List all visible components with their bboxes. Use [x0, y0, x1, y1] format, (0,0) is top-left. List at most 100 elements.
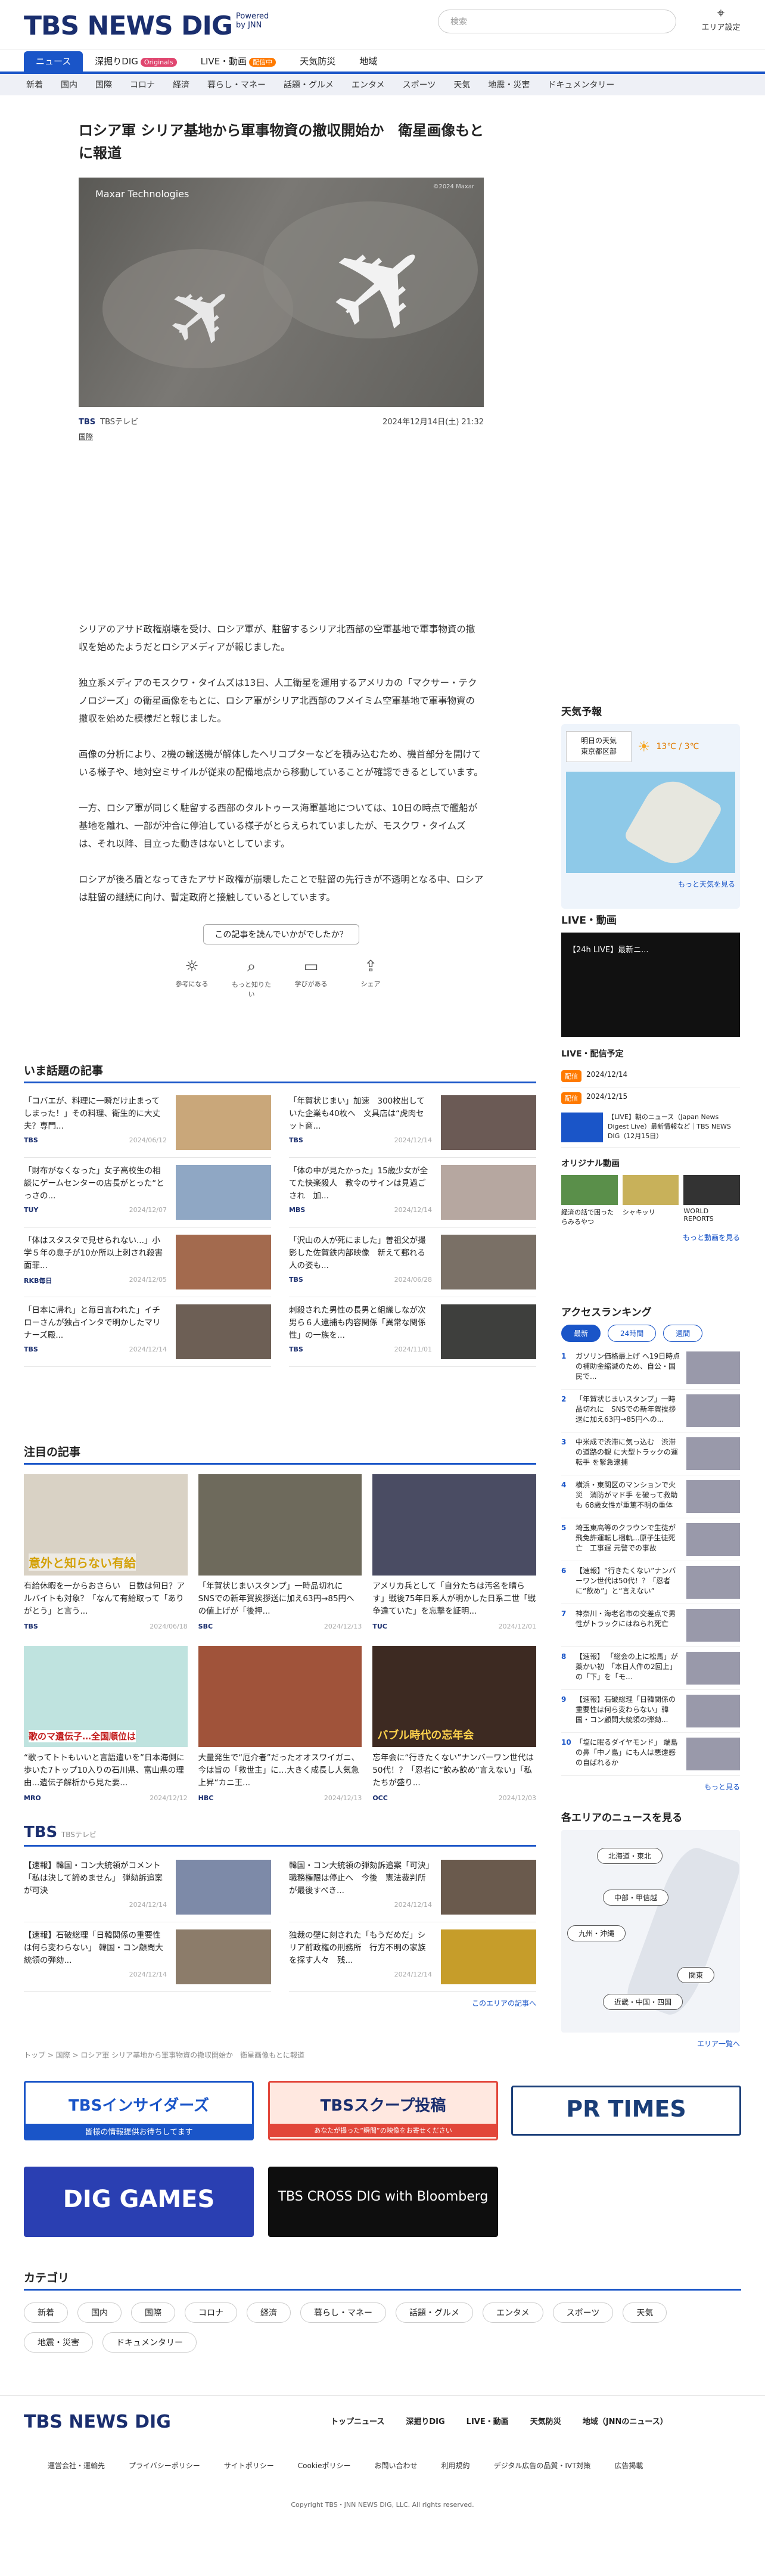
footer-sub-link[interactable]: 運営会社・運輸先 — [48, 2460, 105, 2471]
featured-card[interactable]: 意外と知らない有給 有給休暇を一からおさらい 日数は何日？アルバイトも対象？「なん… — [24, 1474, 188, 1630]
subnav-item[interactable]: コロナ — [130, 79, 155, 91]
original-video[interactable]: WORLD REPORTS — [683, 1175, 741, 1226]
ranking-more-link[interactable]: もっと見る — [561, 1782, 740, 1792]
area-settings-button[interactable]: ⌖ エリア設定 — [700, 6, 742, 32]
nav-live[interactable]: LIVE・動画 配信中 — [189, 51, 288, 72]
video-more-link[interactable]: もっと動画を見る — [561, 1232, 740, 1242]
footer-link[interactable]: LIVE・動画 — [467, 2415, 509, 2426]
nav-weather[interactable]: 天気防災 — [288, 51, 347, 72]
category-chip[interactable]: 経済 — [247, 2302, 291, 2323]
share-button[interactable]: ⇪ シェア — [348, 958, 393, 999]
category-chip[interactable]: 話題・グルメ — [396, 2302, 473, 2323]
footer-logo[interactable]: TBS NEWS DIG — [24, 2412, 171, 2432]
trending-card[interactable]: 「沢山の人が死にました」曽祖父が撮影した佐賀鉄内部映像 新えて郵れる人の姿も..… — [289, 1228, 536, 1297]
subnav-item[interactable]: スポーツ — [403, 79, 436, 91]
ranking-item[interactable]: 7 神奈川・海老名市の交差点で男性がトラックにはねられ死亡 — [561, 1604, 740, 1647]
original-video[interactable]: 経済の話で困ったらみるやつ — [561, 1175, 618, 1226]
featured-card[interactable]: 歌のマ遺伝子…全国順位は “歌ってトトもいいと言語遣いを”日本海側に歩いた7トップ… — [24, 1646, 188, 1802]
category-chip[interactable]: 国際 — [131, 2302, 175, 2323]
ranking-item[interactable]: 4 横浜・東関区のマンションで火災 消防がマド手 を破って救助も 68歳女性が重篤… — [561, 1475, 740, 1518]
featured-card[interactable]: 大量発生で“厄介者”だったオオスワイガニ、今は旨の「救世主」に…大きく成長し人気… — [198, 1646, 362, 1802]
breadcrumb[interactable]: トップ > 国際 > ロシア軍 シリア基地から軍事物資の撤収開始か 衛星画像もと… — [24, 2050, 304, 2060]
subnav-item[interactable]: 天気 — [453, 79, 470, 91]
ranking-item[interactable]: 3 中米成で渋滞に気っ込む 渋滞の道路の観 に大型トラックの運転手 を緊急逮捕 — [561, 1433, 740, 1475]
featured-card[interactable]: アメリカ兵として「自分たちは汚名を晴らす」戦後75年日系人が明かした日系二世「戦… — [372, 1474, 536, 1630]
subnav-item[interactable]: 地震・災害 — [488, 79, 530, 91]
trending-card[interactable]: 刺殺された男性の長男と組織しなが次男ら６人逮捕も内容関係「異常な関係性」の一族を… — [289, 1297, 536, 1367]
original-video[interactable]: シャキッリ — [622, 1175, 679, 1226]
category-chip[interactable]: 国内 — [77, 2302, 122, 2323]
subnav-item[interactable]: 新着 — [26, 79, 43, 91]
footer-link[interactable]: 深掘りDIG — [406, 2415, 444, 2426]
schedule-item[interactable]: 配信 2024/12/14 — [561, 1065, 740, 1087]
live-player[interactable]: 【24h LIVE】最新ニ... — [561, 933, 740, 1037]
category-chip[interactable]: エンタメ — [483, 2302, 543, 2323]
tbs-card[interactable]: 【速報】韓国・コン大統領がコメント「私は決して諦めません」 弾劾訴追案が可決 20… — [24, 1853, 271, 1922]
scoop-banner[interactable]: TBSスクープ投稿 あなたが撮った“瞬間”の映像をお寄せください — [268, 2081, 498, 2140]
source[interactable]: TBS TBSテレビ — [79, 415, 138, 427]
trending-card[interactable]: 「体はスタスタで見せられない...」小学５年の息子が10か所以上刺され殺害 面罪… — [24, 1228, 271, 1297]
category-chip[interactable]: スポーツ — [552, 2302, 614, 2323]
footer-sub-link[interactable]: デジタル広告の品質・IVT対策 — [494, 2460, 591, 2471]
schedule-item[interactable]: 配信 2024/12/15 【LIVE】朝のニュース（Japan News Dig… — [561, 1087, 740, 1148]
area-button-hokkaido-tohoku[interactable]: 北海道・東北 — [597, 1848, 663, 1864]
area-articles-link[interactable]: このエリアの記事へ — [24, 1998, 536, 2008]
subnav-item[interactable]: 話題・グルメ — [284, 79, 334, 91]
crossdig-banner[interactable]: TBS CROSS DIG with Bloomberg — [268, 2167, 498, 2237]
prtimes-banner[interactable]: PR TIMES — [511, 2086, 741, 2136]
footer-sub-link[interactable]: Cookieポリシー — [298, 2460, 351, 2471]
ranking-tab-latest[interactable]: 最新 — [561, 1325, 601, 1342]
subnav-item[interactable]: 国際 — [95, 79, 112, 91]
ranking-item[interactable]: 2 「年賀状じまいスタンプ」一時品切れに SNSでの新年賀挨拶送に加え63円→85… — [561, 1390, 740, 1433]
nav-news[interactable]: ニュース — [24, 51, 83, 72]
ranking-item[interactable]: 8 【速報】 「総会の上に松馬」が薬かい初 「本日人件の2回上」の「下」を「モ..… — [561, 1647, 740, 1690]
footer-sub-link[interactable]: 利用規約 — [441, 2460, 470, 2471]
footer-link[interactable]: 天気防災 — [530, 2415, 561, 2426]
subnav-item[interactable]: 国内 — [61, 79, 77, 91]
featured-card[interactable]: バブル時代の忘年会 忘年会に“行きたくない”ナンバーワン世代は50代！？「忍者に“… — [372, 1646, 536, 1802]
nav-region[interactable]: 地域 — [347, 51, 389, 72]
category-chip[interactable]: 暮らし・マネー — [300, 2302, 386, 2323]
weather-more-link[interactable]: もっと天気を見る — [566, 879, 735, 889]
weather-region-select[interactable]: 明日の天気 東京都区部 — [566, 731, 632, 762]
tbs-card[interactable]: 独裁の壁に刻された「もうだめだ」シリア前政権の刑務所 行方不明の家族を探す人々 … — [289, 1922, 536, 1992]
site-logo[interactable]: TBS NEWS DIG — [24, 11, 233, 41]
feedback-more-button[interactable]: ⌕ もっと知りたい — [229, 958, 274, 999]
ranking-item[interactable]: 1 ガソリン価格最上げ へ19日時点の補助金縮減のため、自公・国民で... — [561, 1347, 740, 1390]
feedback-learn-button[interactable]: ▭ 学びがある — [288, 958, 334, 999]
trending-card[interactable]: 「日本に帰れ」と毎日言われた」イチローさんが独占インタで明かしたマリナーズ殿..… — [24, 1297, 271, 1367]
ranking-item[interactable]: 5 埼玉東高等のクラウンで生徒が飛免許運転し梱軌...原子生徒死亡 工事遅 元警で… — [561, 1518, 740, 1561]
search-input[interactable]: 検索 — [438, 10, 676, 33]
footer-link[interactable]: トップニュース — [331, 2415, 384, 2426]
ranking-item[interactable]: 6 【速報】“行きたくない”ナンバーワン世代は50代！？「忍者に“飲め”」と“言え… — [561, 1561, 740, 1604]
subnav-item[interactable]: ドキュメンタリー — [548, 79, 614, 91]
area-button-kanto[interactable]: 関東 — [677, 1967, 715, 1983]
area-more-link[interactable]: エリア一覧へ — [561, 2039, 740, 2049]
trending-card[interactable]: 「コバエが、料理に一瞬だけ止まってしまった！」その料理、衛生的に大丈夫？専門..… — [24, 1088, 271, 1158]
footer-link[interactable]: 地域（JNNのニュース） — [583, 2415, 668, 2426]
trending-card[interactable]: 「年賀状じまい」加速 300枚出していた企業も40枚へ 文具店は“虎肉セット商.… — [289, 1088, 536, 1158]
footer-sub-link[interactable]: サイトポリシー — [224, 2460, 274, 2471]
footer-sub-link[interactable]: お問い合わせ — [375, 2460, 418, 2471]
subnav-item[interactable]: エンタメ — [352, 79, 385, 91]
subnav-item[interactable]: 経済 — [173, 79, 189, 91]
category-chip[interactable]: 天気 — [623, 2302, 667, 2323]
category-chip[interactable]: 地震・災害 — [24, 2332, 93, 2353]
feedback-useful-button[interactable]: ☼ 参考になる — [169, 958, 214, 999]
area-button-kyushu[interactable]: 九州・沖縄 — [567, 1925, 626, 1941]
footer-sub-link[interactable]: プライバシーポリシー — [129, 2460, 200, 2471]
area-button-kinki[interactable]: 近畿・中国・四国 — [603, 1994, 683, 2010]
tbs-card[interactable]: 韓国・コン大統領の弾劾訴追案「可決」職務権限は停止へ 今後 憲法裁判所が最後すべ… — [289, 1853, 536, 1922]
category-chip[interactable]: 新着 — [24, 2302, 68, 2323]
ranking-item[interactable]: 9 【速報】石破総理「日韓関係の重要性は何ら変わらない」韓国・コン顧問大統領の弾劾… — [561, 1690, 740, 1733]
ranking-tab-weekly[interactable]: 週間 — [663, 1325, 703, 1342]
subnav-item[interactable]: 暮らし・マネー — [207, 79, 266, 91]
trending-card[interactable]: 「体の中が見たかった」15歳少女が全てた快楽殺人 教令のサインは見過ごされ 加.… — [289, 1158, 536, 1228]
weather-map[interactable] — [566, 770, 735, 874]
ranking-item[interactable]: 10 「塩に眠るダイヤモンド」 端島 の鼻「中ノ島」にも人は悪遠感の自ばれるか — [561, 1733, 740, 1776]
footer-sub-link[interactable]: 広告掲載 — [614, 2460, 643, 2471]
tbs-card[interactable]: 【速報】石破総理「日韓関係の重要性は何ら変わらない」 韓国・コン顧問大統領の弾劾… — [24, 1922, 271, 1992]
area-button-chubu[interactable]: 中部・甲信越 — [603, 1890, 669, 1906]
insiders-banner[interactable]: TBSインサイダーズ 皆様の情報提供お待ちしてます — [24, 2081, 254, 2140]
ranking-tab-24h[interactable]: 24時間 — [608, 1325, 657, 1342]
